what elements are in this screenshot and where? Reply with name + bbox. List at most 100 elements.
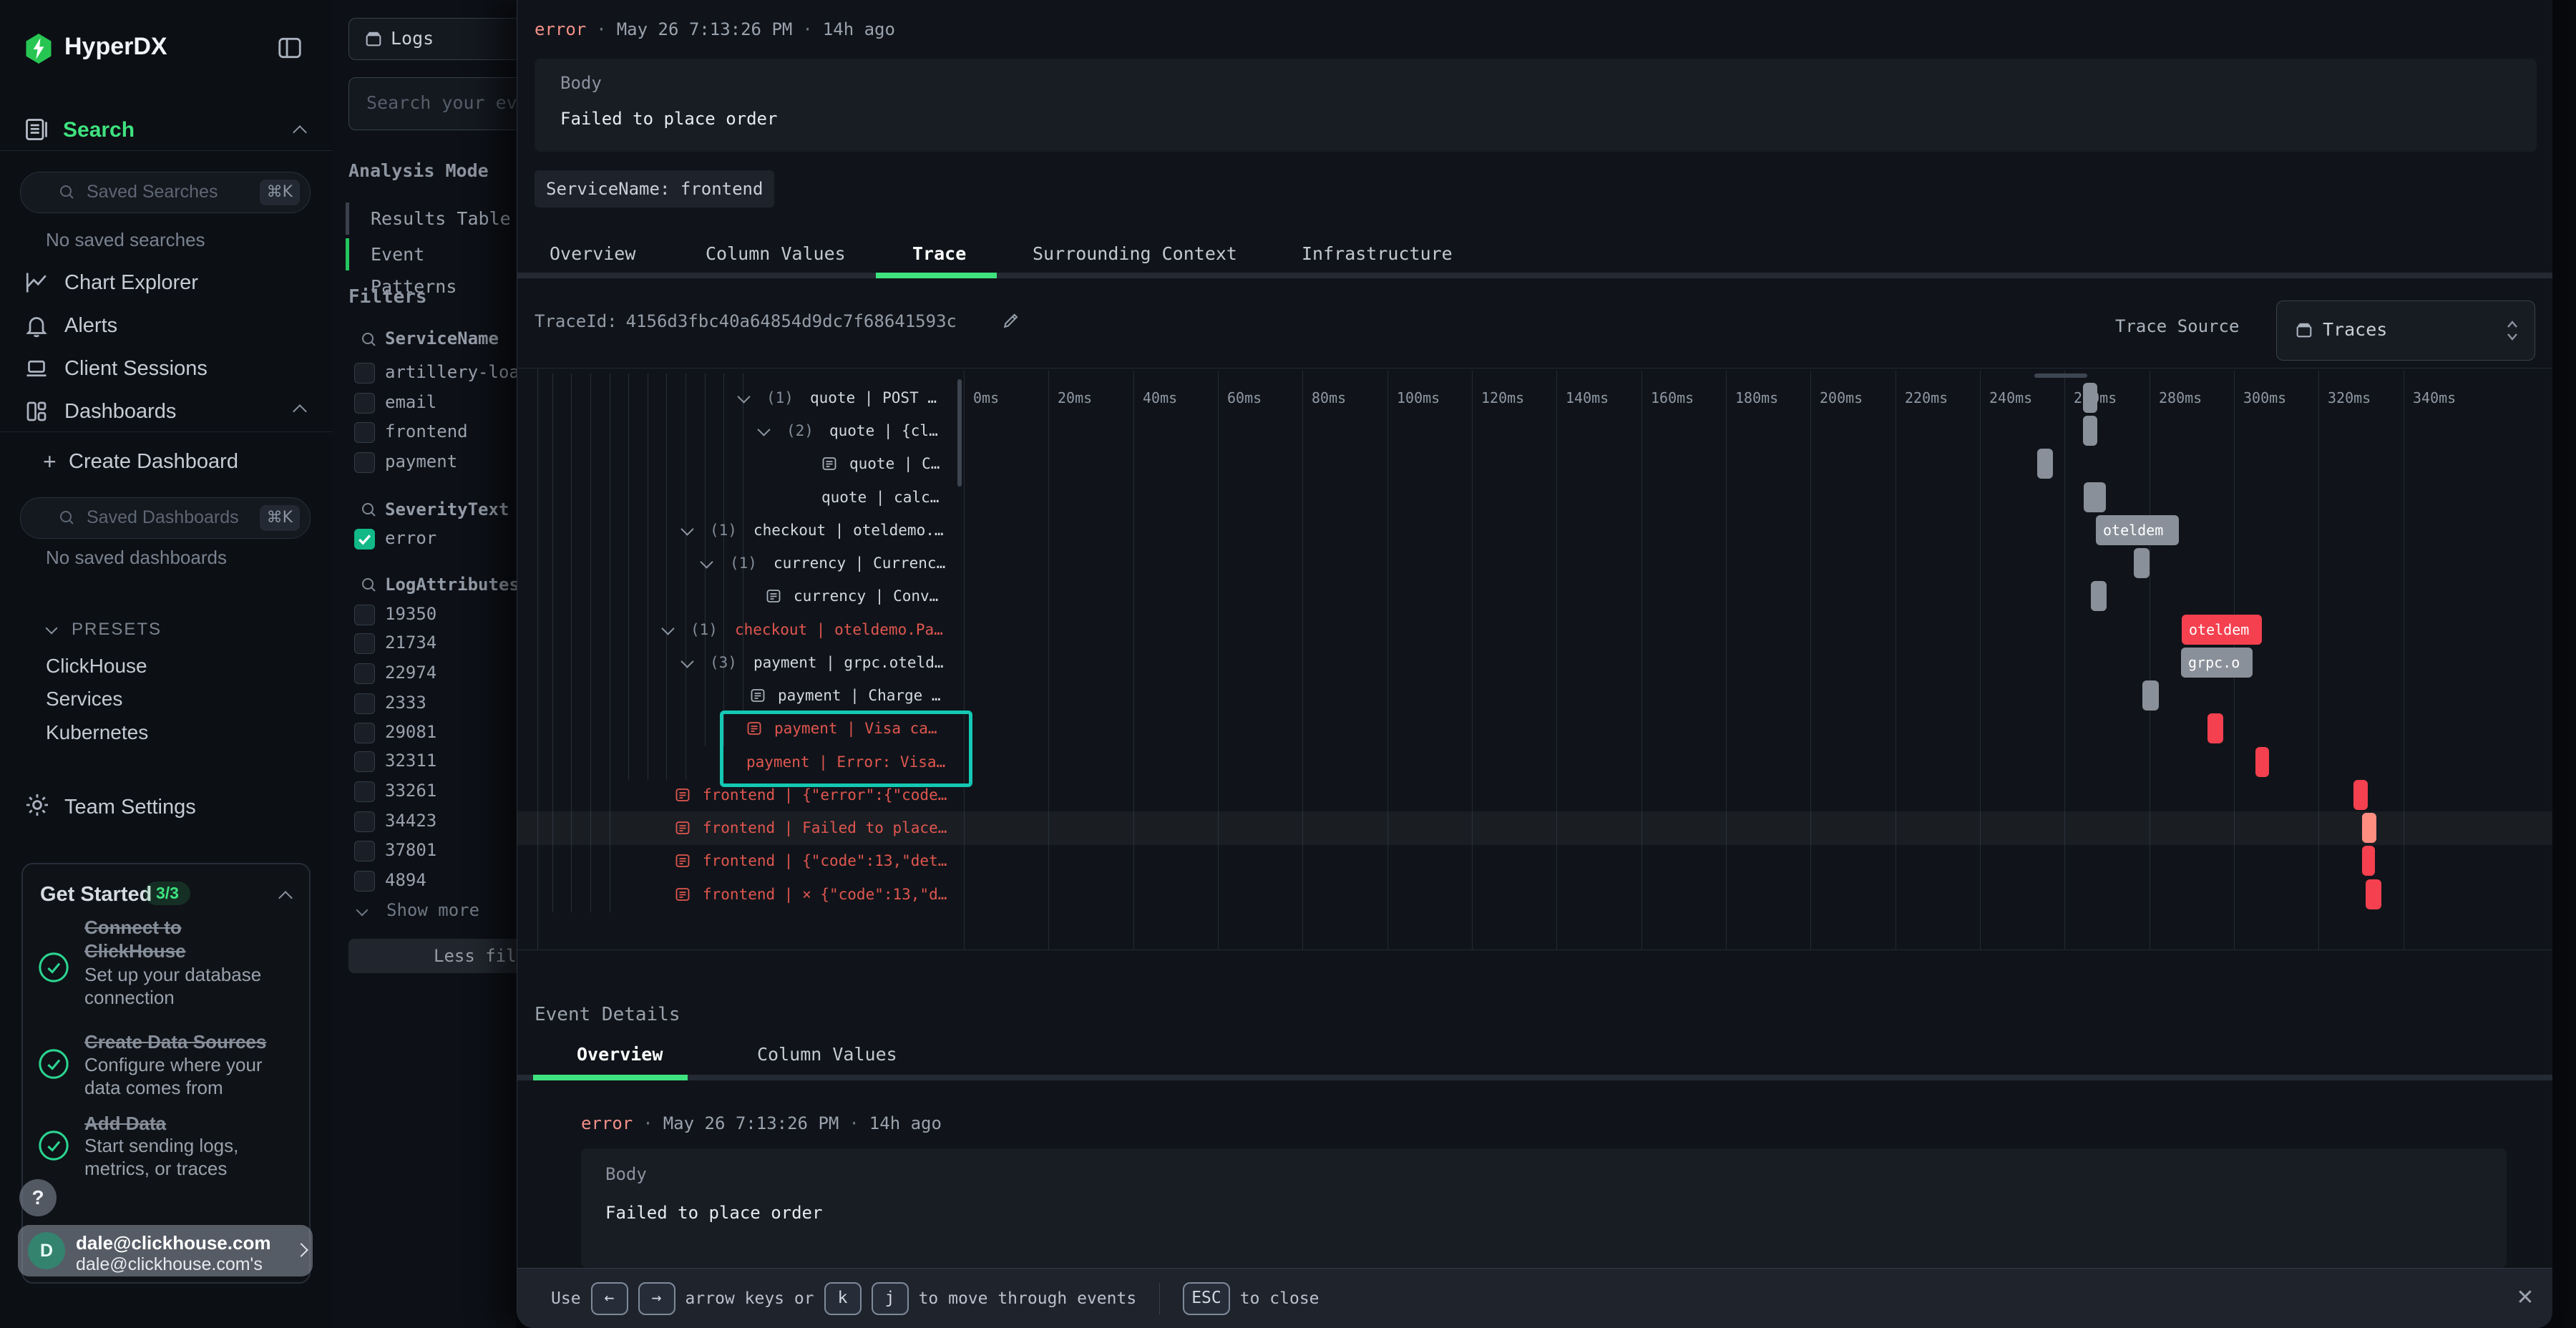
- checkbox[interactable]: [354, 663, 375, 684]
- sidebar-item-client-sessions[interactable]: Client Sessions: [64, 354, 208, 383]
- search-icon[interactable]: [360, 501, 377, 518]
- tab-surrounding-context[interactable]: Surrounding Context: [1033, 236, 1237, 272]
- checkbox[interactable]: [354, 605, 375, 625]
- close-icon[interactable]: ✕: [2511, 1284, 2540, 1312]
- saved-searches-input[interactable]: Saved Searches ⌘K: [20, 172, 311, 213]
- filter-option[interactable]: 37801: [333, 835, 517, 865]
- filter-option[interactable]: 4894: [333, 865, 517, 895]
- trace-span-row[interactable]: frontend | × {"code":13,"d…: [517, 878, 2552, 911]
- tab-overview[interactable]: Overview: [550, 236, 635, 272]
- checkbox[interactable]: [354, 871, 375, 892]
- horizontal-scrollbar-thumb[interactable]: [2034, 374, 2087, 378]
- source-select[interactable]: Logs: [348, 18, 517, 60]
- trace-span-bar-error[interactable]: [2353, 780, 2368, 810]
- less-filters-button[interactable]: Less filters: [348, 939, 517, 973]
- chevron-down-icon[interactable]: [46, 622, 58, 635]
- filter-option[interactable]: artillery-load-generator: [333, 357, 517, 387]
- sidebar-item-dashboards[interactable]: Dashboards: [64, 397, 176, 426]
- trace-span-row[interactable]: (1)quote | POST …: [517, 381, 2552, 414]
- chevron-up-icon[interactable]: [293, 404, 307, 419]
- filter-option[interactable]: 21734: [333, 628, 517, 658]
- chevron-up-icon[interactable]: [293, 125, 307, 140]
- filter-option[interactable]: 32311: [333, 746, 517, 776]
- trace-span-bar[interactable]: [2134, 548, 2150, 578]
- sidebar-item-chart-explorer[interactable]: Chart Explorer: [64, 268, 198, 297]
- checkbox[interactable]: [354, 393, 375, 414]
- sidebar-item-team-settings[interactable]: Team Settings: [64, 793, 196, 821]
- trace-span-bar[interactable]: [2083, 416, 2097, 446]
- trace-span-bar-error[interactable]: [2362, 846, 2375, 876]
- attribute-chip[interactable]: ServiceName: frontend: [535, 170, 774, 208]
- checkbox[interactable]: [354, 781, 375, 802]
- checkbox-checked[interactable]: [354, 529, 375, 550]
- trace-span-bar[interactable]: [2083, 383, 2097, 413]
- filter-option[interactable]: 19350: [333, 599, 517, 629]
- checkbox[interactable]: [354, 811, 375, 832]
- chevron-down-icon[interactable]: [356, 904, 369, 917]
- filter-option[interactable]: 22974: [333, 658, 517, 688]
- chevron-down-icon[interactable]: [661, 622, 674, 635]
- trace-span-bar[interactable]: [2037, 449, 2053, 479]
- key-esc[interactable]: ESC: [1183, 1282, 1230, 1315]
- tab-ed-column-values[interactable]: Column Values: [757, 1039, 897, 1070]
- checkbox[interactable]: [354, 723, 375, 743]
- checkbox[interactable]: [354, 693, 375, 714]
- show-more-button[interactable]: Show more: [386, 895, 479, 925]
- sidebar-item-alerts[interactable]: Alerts: [64, 311, 117, 340]
- saved-dashboards-input[interactable]: Saved Dashboards ⌘K: [20, 497, 311, 539]
- key-k[interactable]: k: [824, 1282, 862, 1315]
- edit-pencil-icon[interactable]: [1001, 311, 1021, 331]
- chevron-down-icon[interactable]: [757, 423, 770, 436]
- trace-span-row-highlighted[interactable]: frontend | Failed to place…: [517, 811, 2552, 844]
- trace-span-row[interactable]: payment | Charge …: [517, 679, 2552, 712]
- trace-span-row[interactable]: (1)checkout | oteldemo.…: [517, 514, 2552, 547]
- checkbox[interactable]: [354, 751, 375, 772]
- checkbox[interactable]: [354, 633, 375, 654]
- mode-results-table[interactable]: Results Table: [371, 202, 511, 235]
- preset-services[interactable]: Services: [46, 688, 122, 711]
- collapse-sidebar-icon[interactable]: [276, 34, 303, 62]
- trace-span-row[interactable]: quote | calc…: [517, 481, 2552, 514]
- filter-option[interactable]: payment: [333, 446, 517, 477]
- key-arrow-right[interactable]: →: [638, 1282, 675, 1315]
- search-events-input[interactable]: Search your events...: [348, 77, 517, 130]
- help-button[interactable]: ?: [19, 1179, 57, 1216]
- search-icon[interactable]: [360, 331, 377, 348]
- trace-span-bar[interactable]: grpc.o: [2181, 648, 2253, 678]
- chevron-down-icon[interactable]: [680, 655, 693, 668]
- presets-header[interactable]: PRESETS: [72, 620, 162, 640]
- search-icon[interactable]: [360, 576, 377, 593]
- trace-span-bar[interactable]: [2084, 482, 2106, 512]
- trace-span-bar[interactable]: [2091, 581, 2107, 611]
- trace-span-row[interactable]: (1)currency | Currenc…: [517, 547, 2552, 580]
- trace-span-row[interactable]: currency | Conv…: [517, 580, 2552, 612]
- create-dashboard-button[interactable]: Create Dashboard: [69, 447, 238, 476]
- checkbox[interactable]: [354, 452, 375, 473]
- filter-option-checked[interactable]: error: [333, 523, 517, 553]
- tab-trace[interactable]: Trace: [912, 236, 966, 272]
- chevron-down-icon[interactable]: [700, 555, 713, 568]
- trace-span-bar-error[interactable]: [2366, 879, 2381, 909]
- trace-span-bar-error[interactable]: [2255, 747, 2269, 777]
- trace-span-bar-error[interactable]: oteldem: [2182, 615, 2262, 645]
- preset-clickhouse[interactable]: ClickHouse: [46, 655, 147, 678]
- chevron-down-icon[interactable]: [737, 390, 750, 403]
- tab-infrastructure[interactable]: Infrastructure: [1302, 236, 1453, 272]
- mode-event-patterns[interactable]: Event Patterns: [371, 238, 517, 270]
- trace-span-row[interactable]: frontend | {"code":13,"det…: [517, 844, 2552, 877]
- filter-option[interactable]: 34423: [333, 806, 517, 836]
- key-j[interactable]: j: [872, 1282, 909, 1315]
- trace-span-bar-error[interactable]: [2207, 713, 2223, 743]
- filter-option[interactable]: frontend: [333, 416, 517, 446]
- trace-span-row[interactable]: quote | C…: [517, 447, 2552, 480]
- trace-span-bar-error-active[interactable]: [2362, 813, 2376, 843]
- tab-column-values[interactable]: Column Values: [706, 236, 846, 272]
- trace-span-bar[interactable]: oteldem: [2096, 515, 2179, 545]
- chevron-down-icon[interactable]: [680, 522, 693, 535]
- filter-option[interactable]: email: [333, 387, 517, 417]
- filter-option[interactable]: 2333: [333, 688, 517, 718]
- trace-span-row[interactable]: (2)quote | {cl…: [517, 414, 2552, 447]
- preset-kubernetes[interactable]: Kubernetes: [46, 721, 148, 744]
- checkbox[interactable]: [354, 841, 375, 861]
- checkbox[interactable]: [354, 422, 375, 443]
